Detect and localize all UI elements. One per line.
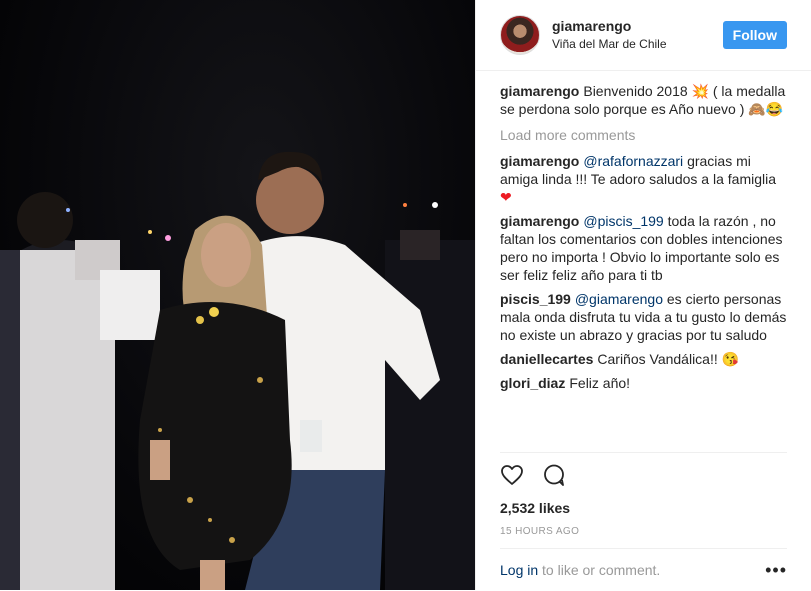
likes-count[interactable]: 2,532 likes (500, 499, 787, 517)
comment-text: Feliz año! (569, 375, 631, 391)
avatar[interactable] (500, 15, 540, 55)
comment-item: piscis_199 @giamarengo es cierto personas… (500, 290, 790, 344)
comment-item: daniellecartes Cariños Vandálica!! 😘 (500, 350, 790, 368)
comment-item: glori_diaz Feliz año! (500, 374, 790, 392)
load-more-comments-button[interactable]: Load more comments (500, 126, 790, 144)
caption: giamarengo Bienvenido 2018 💥 ( la medalla… (500, 82, 790, 118)
comment-username[interactable]: daniellecartes (500, 351, 593, 367)
comment-icon[interactable] (542, 463, 566, 487)
red-heart-icon: ❤ (500, 189, 512, 205)
login-prompt-text: to like or comment. (538, 562, 661, 578)
header-location[interactable]: Viña del Mar de Chile (552, 35, 723, 53)
caption-username[interactable]: giamarengo (500, 83, 579, 99)
comment-item: giamarengo @piscis_199 toda la razón , no… (500, 212, 790, 284)
comment-username[interactable]: glori_diaz (500, 375, 565, 391)
comment-mention[interactable]: @rafafornazzari (583, 153, 683, 169)
comment-mention[interactable]: @piscis_199 (583, 213, 663, 229)
comment-username[interactable]: piscis_199 (500, 291, 571, 307)
post-photo[interactable] (0, 0, 475, 590)
photo-illustration (0, 151, 475, 590)
action-icons (500, 463, 787, 487)
heart-icon[interactable] (500, 463, 524, 487)
user-block: giamarengo Viña del Mar de Chile (552, 17, 723, 53)
comment-username[interactable]: giamarengo (500, 213, 579, 229)
comment-username[interactable]: giamarengo (500, 153, 579, 169)
login-footer: Log in to like or comment. ••• (500, 548, 787, 591)
post-view: giamarengo Viña del Mar de Chile Follow … (0, 0, 811, 590)
post-sidebar: giamarengo Viña del Mar de Chile Follow … (475, 0, 811, 590)
post-timestamp[interactable]: 15 HOURS AGO (500, 526, 787, 537)
comment-mention[interactable]: @giamarengo (575, 291, 663, 307)
login-link[interactable]: Log in (500, 562, 538, 578)
header-username[interactable]: giamarengo (552, 17, 723, 35)
comments-section: giamarengo Bienvenido 2018 💥 ( la medalla… (500, 82, 790, 398)
comment-text: Cariños Vandálica!! 😘 (597, 351, 740, 367)
login-prompt: Log in to like or comment. (500, 562, 660, 578)
comment-item: giamarengo @rafafornazzari gracias mi ami… (500, 152, 790, 206)
post-actions: 2,532 likes 15 HOURS AGO (500, 452, 787, 537)
more-options-icon[interactable]: ••• (765, 560, 787, 581)
post-header: giamarengo Viña del Mar de Chile Follow (476, 0, 811, 71)
follow-button[interactable]: Follow (722, 21, 787, 49)
